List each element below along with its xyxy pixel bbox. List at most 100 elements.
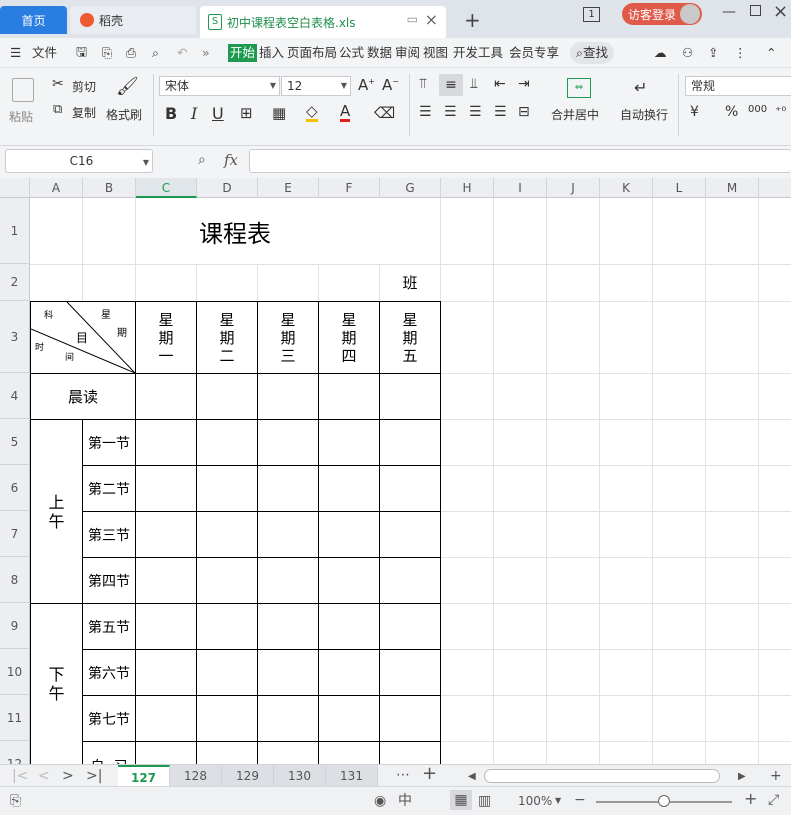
collapse-ribbon-icon[interactable]: ⌃ (766, 44, 776, 62)
number-format-select[interactable]: 常规 (685, 76, 791, 96)
row-header[interactable]: 1 (0, 198, 30, 264)
period-label[interactable]: 第七节 (83, 696, 135, 741)
column-header[interactable]: J (547, 178, 600, 198)
last-sheet-icon[interactable]: >| (86, 768, 102, 784)
percent-icon[interactable]: % (725, 104, 738, 120)
export-pdf-icon[interactable]: ⎘ (102, 44, 112, 62)
close-tab-icon[interactable]: × (425, 10, 438, 29)
scroll-end-icon[interactable]: + (770, 768, 782, 784)
day-header-mon[interactable]: 星 期 一 (136, 302, 196, 373)
self-study-label[interactable]: 自 习 (83, 756, 135, 764)
align-right-icon[interactable]: ☰ (469, 104, 482, 120)
morning-label[interactable]: 上 午 (31, 420, 82, 603)
zoom-slider-handle[interactable] (658, 795, 670, 807)
more-sheets-icon[interactable]: ⋯ (396, 767, 410, 783)
period-label[interactable]: 第三节 (83, 512, 135, 557)
row-header[interactable]: 5 (0, 419, 30, 465)
tab-home[interactable]: 首页 (0, 6, 67, 34)
menu-formula[interactable]: 公式 (339, 44, 364, 62)
row-header[interactable]: 4 (0, 373, 30, 419)
indent-increase-icon[interactable]: ⇥ (518, 76, 530, 92)
select-all-corner[interactable] (0, 178, 30, 198)
conditional-icon[interactable]: ▦ (272, 104, 286, 122)
merge-center-button[interactable]: 合并居中 (551, 106, 599, 123)
menu-member[interactable]: 会员专享 (509, 44, 559, 62)
column-header[interactable]: K (600, 178, 653, 198)
row-header[interactable]: 3 (0, 301, 30, 373)
first-sheet-icon[interactable]: |< (12, 768, 28, 784)
share-icon[interactable]: ⇪ (708, 44, 718, 62)
italic-icon[interactable]: I (191, 104, 197, 123)
zoom-level[interactable]: 100% (518, 794, 552, 808)
column-header[interactable]: M (706, 178, 759, 198)
align-bottom-icon[interactable]: ⫫ (470, 76, 478, 92)
row-header[interactable]: 12 (0, 741, 30, 764)
row-header[interactable]: 7 (0, 511, 30, 557)
menu-insert[interactable]: 插入 (259, 44, 284, 62)
cut-button[interactable]: 剪切 (72, 78, 96, 95)
wrap-text-button[interactable]: 自动换行 (620, 106, 668, 123)
justify-icon[interactable]: ☰ (494, 104, 507, 120)
currency-icon[interactable]: ¥ (690, 104, 699, 120)
thousands-icon[interactable]: 000 (748, 104, 767, 115)
cloud-icon[interactable]: ☁ (654, 44, 667, 62)
tab-daoke[interactable]: 稻壳 (70, 6, 196, 34)
font-size-select[interactable]: 12 ▼ (281, 76, 351, 96)
zoom-out-icon[interactable]: − (574, 792, 586, 808)
menu-data[interactable]: 数据 (367, 44, 392, 62)
day-header-fri[interactable]: 星 期 五 (380, 302, 440, 373)
row-header[interactable]: 9 (0, 603, 30, 649)
scroll-left-icon[interactable]: ◀ (468, 769, 476, 785)
menu-page-layout[interactable]: 页面布局 (287, 44, 337, 62)
period-label[interactable]: 第六节 (83, 650, 135, 695)
paste-button[interactable]: 粘贴 (9, 108, 33, 125)
screen-icon[interactable]: ▭ (407, 12, 418, 26)
class-label[interactable]: 班 (380, 264, 440, 301)
morning-reading-label[interactable]: 晨读 (31, 374, 135, 419)
zoom-dropdown-icon[interactable]: ▼ (555, 793, 561, 809)
bold-icon[interactable]: B (165, 104, 177, 123)
align-middle-icon[interactable]: ≡ (439, 74, 463, 96)
column-header[interactable]: G (380, 178, 441, 198)
normal-view-icon[interactable]: ▦ (450, 790, 472, 810)
sheet-tab[interactable]: 128 (170, 765, 222, 787)
print-preview-icon[interactable]: ⌕ (152, 44, 159, 62)
search-button[interactable]: ⌕查找 (570, 42, 615, 64)
zoom-formula-icon[interactable]: ⌕ (198, 152, 206, 168)
login-button[interactable]: 访客登录 (622, 3, 702, 25)
scroll-right-icon[interactable]: ▶ (738, 769, 746, 785)
page-view-icon[interactable]: ▥ (478, 793, 491, 809)
distributed-icon[interactable]: ⊟ (518, 104, 530, 120)
format-painter-button[interactable]: 格式刷 (106, 106, 142, 123)
window-count-badge[interactable]: 1 (583, 7, 600, 22)
input-method-icon[interactable]: 中 (398, 793, 412, 809)
column-header[interactable]: H (441, 178, 494, 198)
minimize-icon[interactable]: — (722, 4, 736, 20)
fx-icon[interactable]: fx (224, 151, 238, 169)
row-header[interactable]: 10 (0, 649, 30, 695)
column-header[interactable]: C (136, 178, 197, 198)
sheet-tab[interactable]: 130 (274, 765, 326, 787)
indent-decrease-icon[interactable]: ⇤ (494, 76, 506, 92)
menu-review[interactable]: 审阅 (395, 44, 420, 62)
macro-record-icon[interactable]: ⎘ (10, 793, 21, 809)
clear-format-icon[interactable]: ⌫ (374, 104, 395, 122)
increase-font-icon[interactable]: A+ (358, 76, 375, 94)
sheet-tab-active[interactable]: 127 (118, 765, 170, 787)
day-header-thu[interactable]: 星 期 四 (319, 302, 379, 373)
new-tab-icon[interactable]: + (464, 8, 481, 32)
menu-start[interactable]: 开始 (228, 44, 258, 62)
tab-file[interactable]: S 初中课程表空白表格.xls ▭ × (200, 6, 446, 38)
hamburger-icon[interactable]: ☰ (10, 44, 21, 62)
menu-developer[interactable]: 开发工具 (453, 44, 503, 62)
more-icon[interactable]: » (202, 44, 210, 62)
more-menu-icon[interactable]: ⋮ (734, 44, 747, 62)
fill-color-icon[interactable]: ◇ (306, 104, 318, 122)
column-header[interactable]: D (197, 178, 258, 198)
share-user-icon[interactable]: ⚇ (682, 44, 693, 62)
sheet-tab[interactable]: 129 (222, 765, 274, 787)
border-icon[interactable]: ⊞ (240, 104, 253, 122)
menu-view[interactable]: 视图 (423, 44, 448, 62)
day-header-wed[interactable]: 星 期 三 (258, 302, 318, 373)
font-name-select[interactable]: 宋体 ▼ (159, 76, 280, 96)
